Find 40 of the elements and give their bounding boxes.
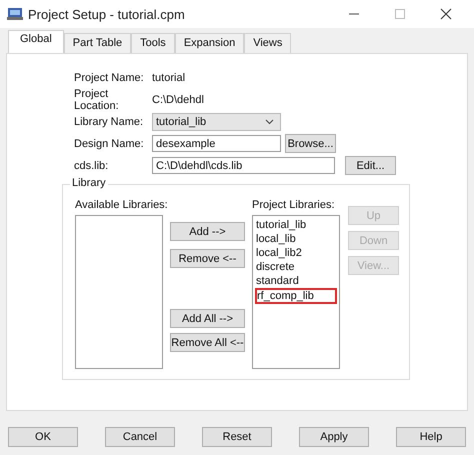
dialog-button[interactable]: Cancel	[105, 427, 175, 447]
list-label: Project Libraries:	[252, 199, 336, 211]
library-item[interactable]: discrete	[255, 260, 337, 274]
tab[interactable]: Part Table	[64, 33, 132, 53]
field-label: Library Name:	[74, 116, 144, 128]
move-button[interactable]: Add -->	[170, 222, 245, 241]
dialog-button[interactable]: Help	[396, 427, 466, 447]
design-name-field[interactable]: desexample	[152, 135, 281, 152]
field-label: Project Name:	[74, 72, 145, 84]
library-item[interactable]: rf_comp_lib	[255, 288, 337, 304]
tab[interactable]: Expansion	[174, 33, 244, 53]
project-libraries-list[interactable]: tutorial_lib local_lib local_lib2 discrete standard rf_comp_lib	[252, 215, 340, 369]
dialog-button[interactable]: Apply	[299, 427, 369, 447]
edit-button[interactable]: Edit...	[345, 156, 396, 175]
field-label: cds.lib:	[74, 160, 110, 172]
move-button[interactable]: Remove All <--	[170, 333, 245, 352]
cds-lib-field[interactable]: C:\D\dehdl\cds.lib	[152, 157, 335, 174]
project-name-value: tutorial	[152, 72, 186, 84]
field-label: Project Location:	[74, 88, 120, 112]
available-libraries-list[interactable]	[75, 215, 163, 369]
move-button[interactable]: Add All -->	[170, 309, 245, 328]
browse-button[interactable]: Browse...	[285, 134, 336, 153]
project-location-value: C:\D\dehdl	[152, 94, 204, 106]
tab[interactable]: Views	[244, 33, 292, 53]
dialog-button[interactable]: OK	[8, 427, 78, 447]
tab[interactable]: Tools	[131, 33, 175, 53]
tab[interactable]: Global	[8, 30, 64, 53]
dialog-button[interactable]: Reset	[202, 427, 272, 447]
move-button[interactable]: Remove <--	[170, 249, 245, 268]
library-item[interactable]: standard	[255, 274, 337, 288]
library-name-dropdown[interactable]: tutorial_lib	[152, 112, 281, 130]
window-title: Project Setup - tutorial.cpm	[28, 6, 185, 22]
library-item[interactable]: local_lib	[255, 232, 337, 246]
chevron-down-icon	[265, 118, 274, 124]
close-icon[interactable]	[440, 8, 452, 20]
field-label: Design Name:	[74, 138, 145, 150]
library-item[interactable]: local_lib2	[255, 246, 337, 260]
library-item[interactable]: tutorial_lib	[255, 218, 337, 232]
app-icon	[7, 7, 23, 21]
group-title: Library	[70, 177, 108, 189]
